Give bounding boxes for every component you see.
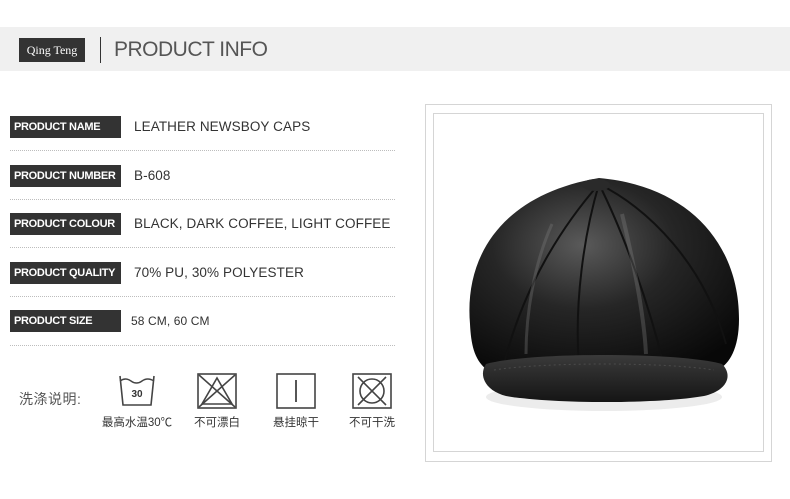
no-dry-clean-icon	[352, 372, 392, 410]
product-image	[433, 113, 764, 452]
row-divider	[10, 345, 395, 346]
product-name-value: LEATHER NEWSBOY CAPS	[134, 119, 311, 134]
product-colour-label: PRODUCT COLOUR	[10, 213, 121, 235]
care-title: 洗涤说明:	[19, 391, 82, 407]
product-quality-value: 70% PU, 30% POLYESTER	[134, 265, 304, 280]
row-divider	[10, 247, 395, 248]
product-number-value: B-608	[134, 168, 171, 183]
care-caption: 不可漂白	[194, 417, 240, 429]
page-title: PRODUCT INFO	[114, 38, 268, 61]
product-size-value: 58 CM, 60 CM	[131, 314, 210, 328]
wash-30-icon: 30	[117, 372, 157, 410]
care-caption: 最高水温30℃	[101, 417, 173, 429]
cap-illustration	[469, 178, 739, 411]
no-bleach-icon	[197, 372, 237, 410]
care-caption: 不可干洗	[349, 417, 395, 429]
product-size-label: PRODUCT SIZE	[10, 310, 121, 332]
product-quality-label: PRODUCT QUALITY	[10, 262, 121, 284]
hang-dry-icon	[276, 372, 316, 410]
product-colour-value: BLACK, DARK COFFEE, LIGHT COFFEE	[134, 216, 391, 231]
product-number-label: PRODUCT NUMBER	[10, 165, 121, 187]
row-divider	[10, 199, 395, 200]
brand-logo: Qing Teng	[19, 38, 85, 62]
header-divider	[100, 37, 101, 63]
wash-temp-label: 30	[131, 389, 143, 400]
product-name-label: PRODUCT NAME	[10, 116, 121, 138]
row-divider	[10, 150, 395, 151]
row-divider	[10, 296, 395, 297]
